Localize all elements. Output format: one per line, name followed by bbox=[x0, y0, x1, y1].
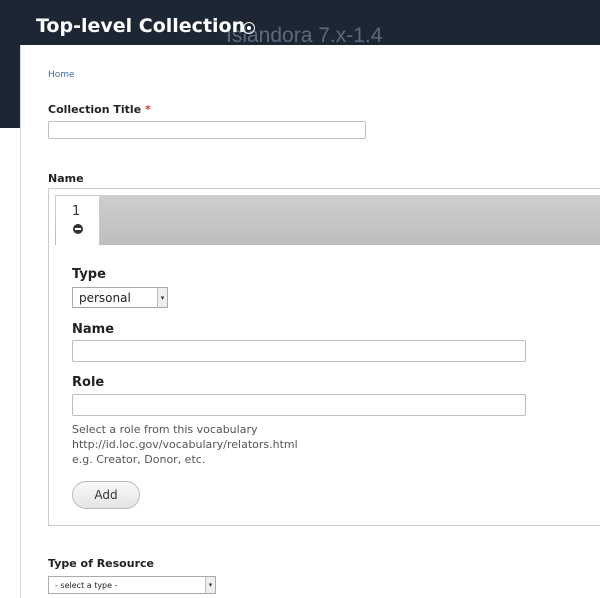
required-marker: * bbox=[145, 103, 151, 116]
type-select-value: personal bbox=[79, 290, 131, 305]
close-circle-icon[interactable] bbox=[243, 22, 255, 34]
role-help-line-3: e.g. Creator, Donor, etc. bbox=[72, 453, 206, 466]
remove-circle-icon[interactable] bbox=[73, 224, 83, 234]
add-button[interactable]: Add bbox=[72, 481, 140, 509]
type-label: Type bbox=[72, 267, 106, 282]
select-arrow-icon: ▾ bbox=[157, 288, 167, 307]
overlay-title: Top-level Collection bbox=[36, 15, 246, 37]
breadcrumb-home-link[interactable]: Home bbox=[48, 70, 75, 80]
select-arrow-icon: ▾ bbox=[205, 577, 215, 593]
name-input[interactable] bbox=[72, 340, 526, 362]
collection-title-input[interactable] bbox=[48, 121, 366, 139]
type-of-resource-select[interactable]: - select a type - ▾ bbox=[48, 576, 216, 594]
collection-title-label: Collection Title * bbox=[48, 103, 151, 116]
collection-title-label-text: Collection Title bbox=[48, 103, 142, 116]
type-of-resource-select-value: - select a type - bbox=[55, 580, 118, 590]
tab-1-label: 1 bbox=[72, 204, 81, 219]
role-help-line-2: http://id.loc.gov/vocabulary/relators.ht… bbox=[72, 438, 298, 451]
name-section-label: Name bbox=[48, 172, 84, 185]
name-tabs-bar bbox=[55, 195, 600, 245]
type-of-resource-label: Type of Resource bbox=[48, 557, 154, 570]
role-help-line-1: Select a role from this vocabulary bbox=[72, 423, 258, 436]
role-input[interactable] bbox=[72, 394, 526, 416]
name-label: Name bbox=[72, 322, 115, 337]
role-label: Role bbox=[72, 375, 105, 390]
type-select[interactable]: personal ▾ bbox=[72, 287, 168, 308]
